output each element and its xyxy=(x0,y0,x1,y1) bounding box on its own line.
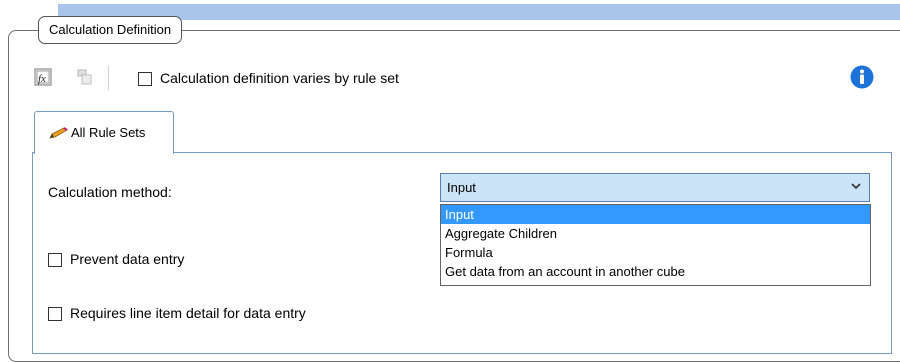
chevron-down-icon xyxy=(851,183,861,190)
option-formula[interactable]: Formula xyxy=(441,243,870,262)
option-get-data-from-account[interactable]: Get data from an account in another cube xyxy=(441,262,870,281)
line-item-detail-checkbox[interactable] xyxy=(48,307,62,321)
formula-icon[interactable]: fx xyxy=(34,68,52,86)
group-title: Calculation Definition xyxy=(38,16,183,44)
selected-value: Input xyxy=(447,180,476,195)
calculation-method-label: Calculation method: xyxy=(48,184,172,200)
toolbar-separator xyxy=(108,66,109,90)
varies-checkbox-label: Calculation definition varies by rule se… xyxy=(160,70,399,86)
option-input[interactable]: Input xyxy=(441,205,870,224)
calculation-method-select[interactable]: Input xyxy=(440,173,870,202)
line-item-detail-label: Requires line item detail for data entry xyxy=(70,305,306,321)
pencil-icon xyxy=(49,127,68,139)
varies-checkbox[interactable] xyxy=(138,72,152,86)
tab-label: All Rule Sets xyxy=(71,125,146,140)
prevent-data-entry-checkbox[interactable] xyxy=(48,253,62,267)
top-blue-band xyxy=(58,4,900,20)
option-aggregate-children[interactable]: Aggregate Children xyxy=(441,224,870,243)
svg-text:fx: fx xyxy=(38,73,46,85)
info-icon[interactable] xyxy=(850,65,874,89)
prevent-data-entry-label: Prevent data entry xyxy=(70,251,185,267)
rule-icon[interactable] xyxy=(76,68,94,86)
tab-all-rule-sets[interactable]: All Rule Sets xyxy=(34,111,174,154)
calculation-method-options: Input Aggregate Children Formula Get dat… xyxy=(440,204,871,286)
